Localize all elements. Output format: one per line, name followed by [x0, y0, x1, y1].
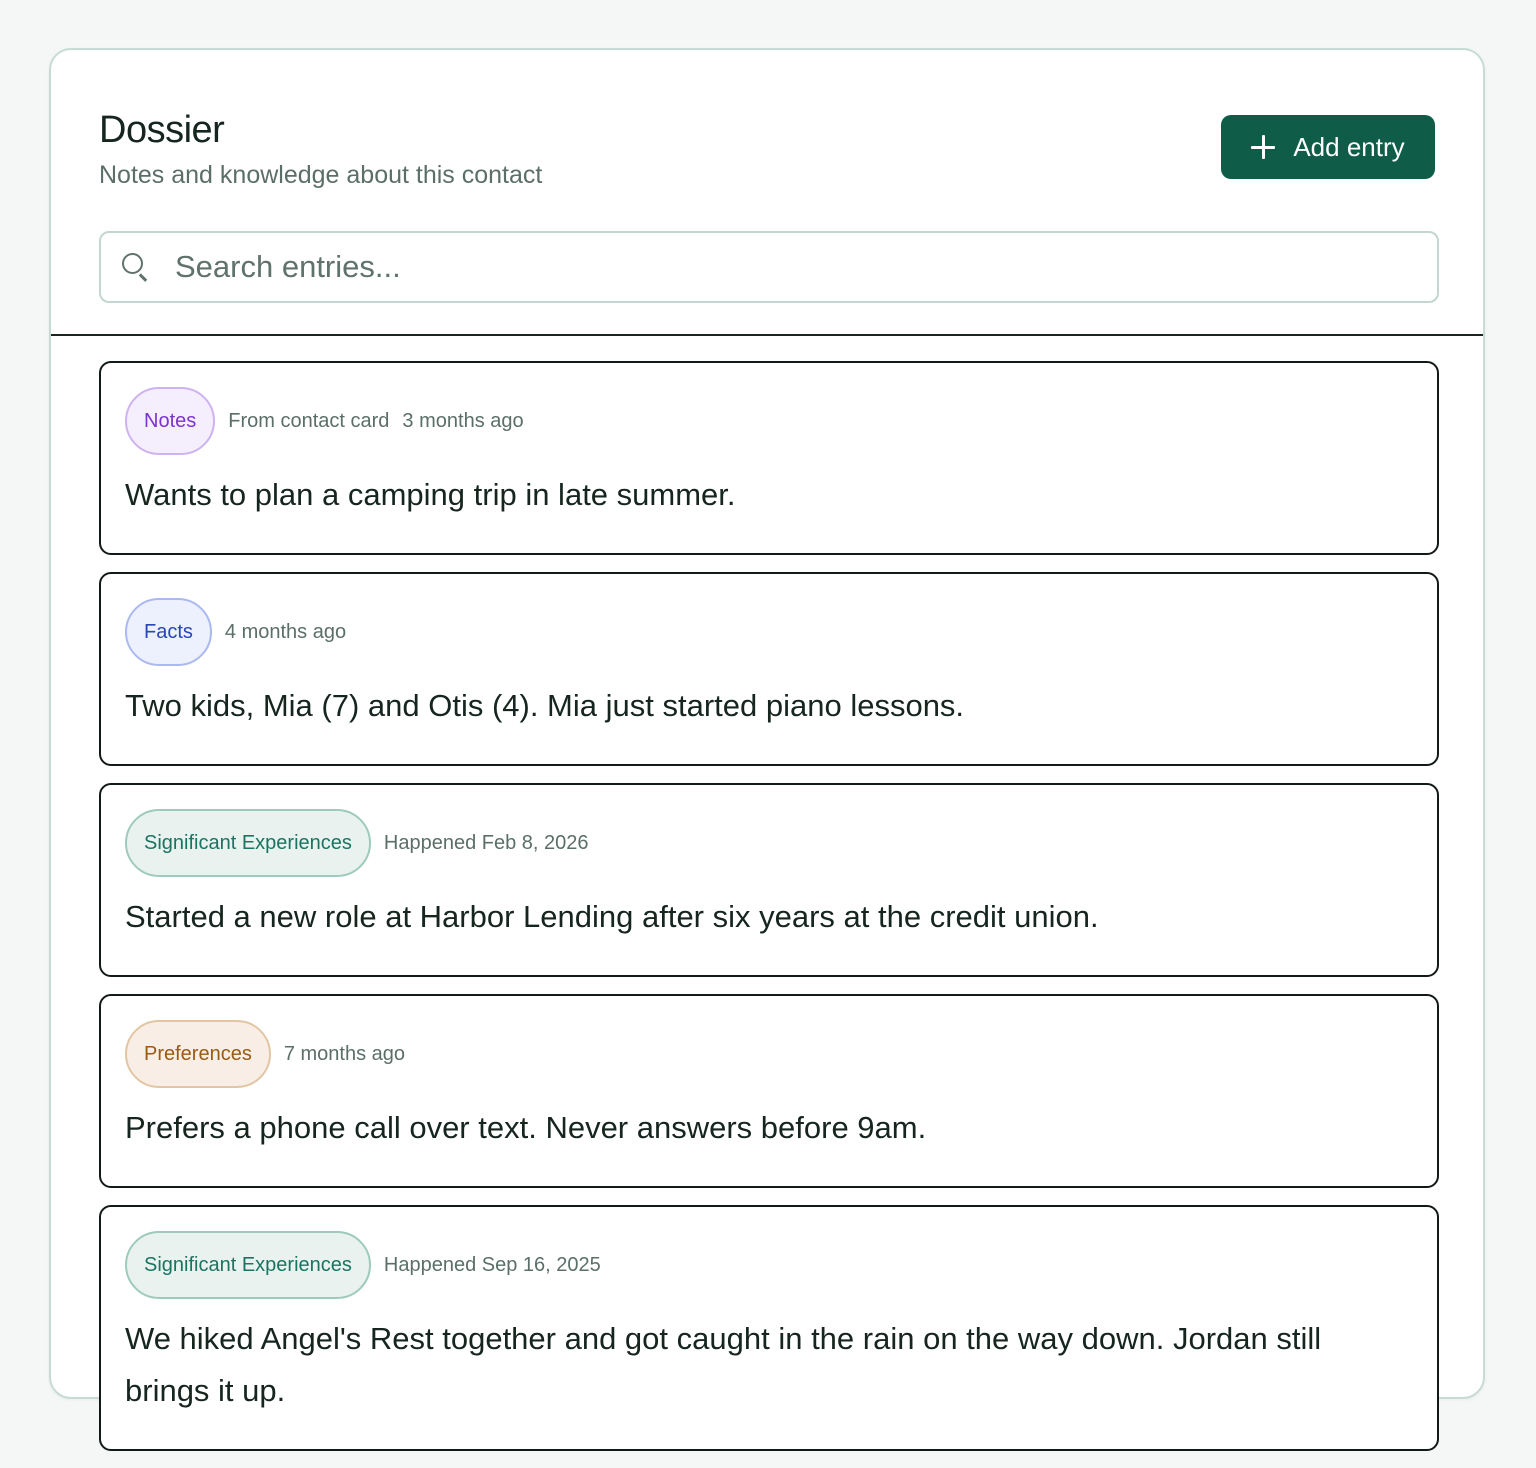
category-badge[interactable]: Notes: [125, 387, 216, 455]
category-badge[interactable]: Significant Experiences: [125, 1231, 371, 1299]
category-badge[interactable]: Preferences: [125, 1020, 271, 1088]
entry-timestamp: Happened Feb 8, 2026: [383, 831, 589, 854]
entry-source: From contact card: [228, 409, 390, 432]
entry-meta: Preferences 7 months ago: [125, 1020, 1413, 1088]
entry-text: Started a new role at Harbor Lending aft…: [125, 899, 1099, 934]
entry-text: Prefers a phone call over text. Never an…: [125, 1110, 927, 1145]
plus-icon: [1251, 135, 1276, 159]
search-icon: [121, 252, 151, 282]
search-input[interactable]: [173, 236, 1437, 298]
entry-text: Two kids, Mia (7) and Otis (4). Mia just…: [125, 688, 965, 723]
add-entry-label: Add entry: [1293, 131, 1405, 162]
category-badge[interactable]: Significant Experiences: [125, 809, 371, 877]
entry-timestamp: Happened Sep 16, 2025: [383, 1253, 601, 1276]
page-title: Dossier: [99, 109, 225, 151]
entry-timestamp: 3 months ago: [402, 409, 524, 432]
entry-text: Wants to plan a camping trip in late sum…: [125, 477, 736, 512]
dossier-panel: Dossier Notes and knowledge about this c…: [49, 48, 1485, 1451]
entry-meta: Notes From contact card 3 months ago: [125, 387, 1413, 455]
entry-card[interactable]: Significant Experiences Happened Sep 16,…: [99, 1205, 1439, 1451]
entry-timestamp: 4 months ago: [224, 620, 347, 643]
entry-card[interactable]: Facts 4 months ago Two kids, Mia (7) and…: [99, 572, 1439, 766]
entry-card[interactable]: Significant Experiences Happened Feb 8, …: [99, 783, 1439, 977]
entry-timestamp: 7 months ago: [283, 1042, 406, 1065]
category-badge[interactable]: Facts: [125, 598, 212, 666]
page-subtitle: Notes and knowledge about this contact: [99, 161, 543, 189]
dossier-header: Dossier Notes and knowledge about this c…: [99, 108, 1435, 189]
divider: [51, 334, 1483, 336]
entry-card[interactable]: Preferences 7 months ago Prefers a phone…: [99, 994, 1439, 1188]
entry-meta: Significant Experiences Happened Sep 16,…: [125, 1231, 1413, 1299]
add-entry-button[interactable]: Add entry: [1221, 115, 1435, 179]
entry-meta: Facts 4 months ago: [125, 598, 1413, 666]
entry-text: We hiked Angel's Rest together and got c…: [125, 1321, 1322, 1408]
entry-list: Notes From contact card 3 months ago Wan…: [99, 361, 1439, 1468]
entry-meta: Significant Experiences Happened Feb 8, …: [125, 809, 1413, 877]
search-box: [99, 231, 1439, 303]
entry-card[interactable]: Notes From contact card 3 months ago Wan…: [99, 361, 1439, 555]
